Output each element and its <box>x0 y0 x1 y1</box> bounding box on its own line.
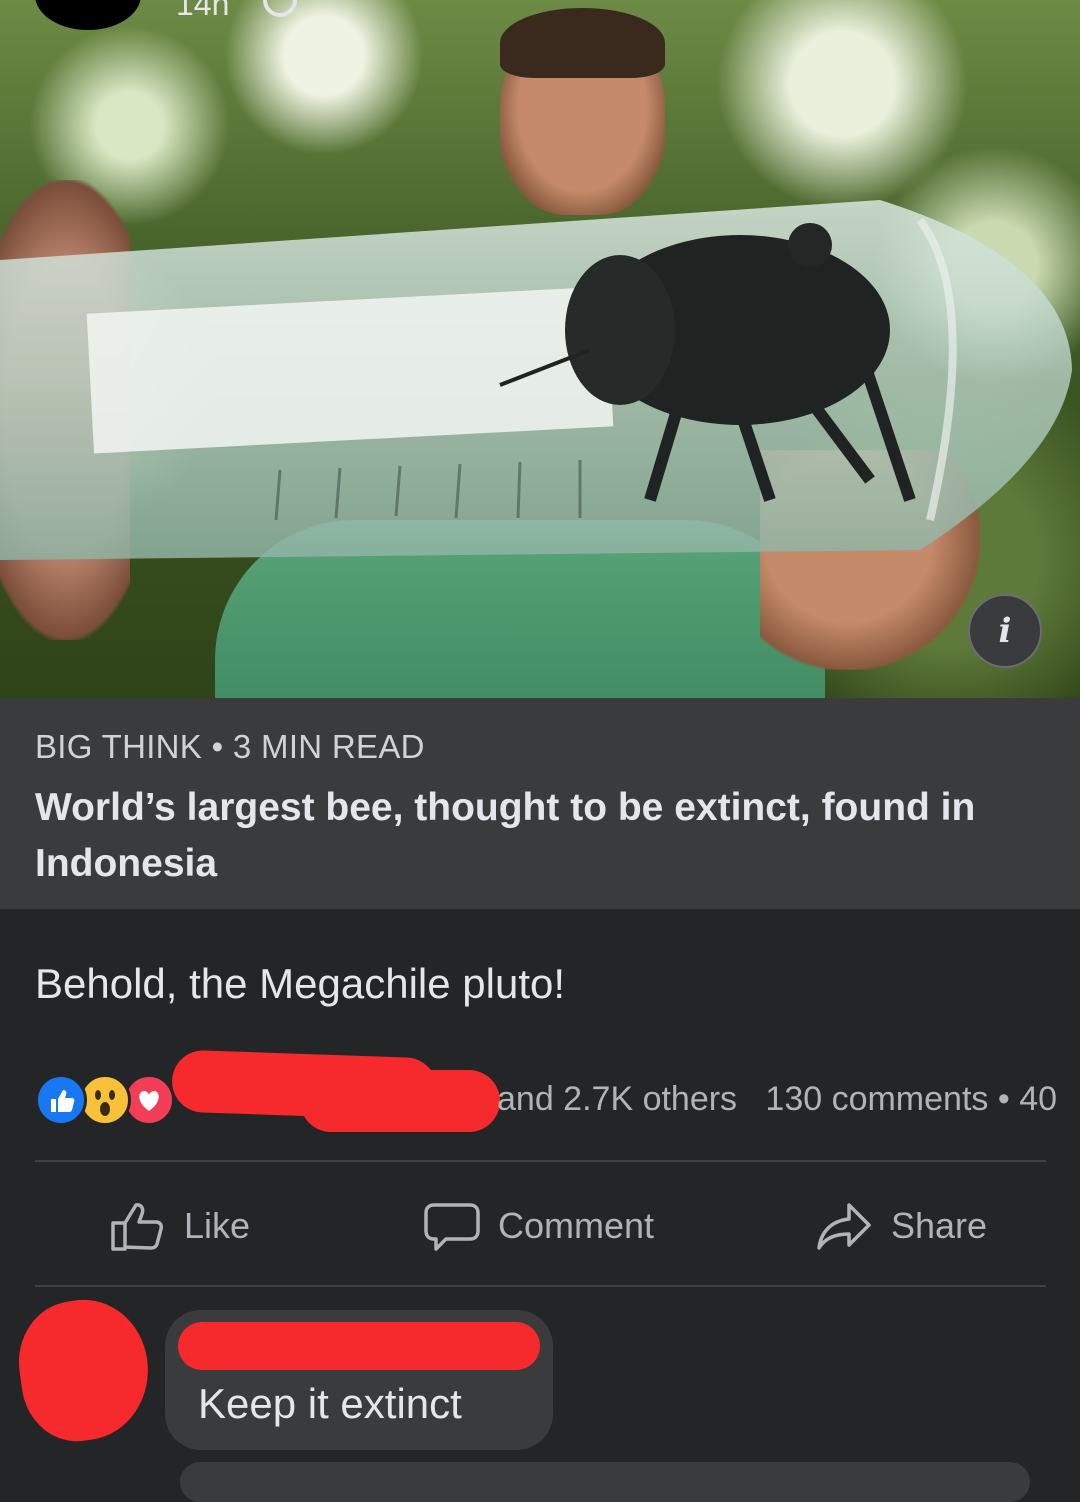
next-comment-bubble[interactable] <box>180 1462 1030 1502</box>
link-source-name: BIG THINK <box>35 728 203 765</box>
like-icon <box>35 1074 87 1126</box>
commenter-name-redacted[interactable] <box>178 1322 540 1370</box>
info-button[interactable]: i <box>968 594 1042 668</box>
comment-icon <box>424 1203 480 1251</box>
post-text: Behold, the Megachile pluto! <box>35 960 566 1007</box>
share-icon <box>817 1203 871 1250</box>
link-title: World’s largest bee, thought to be extin… <box>35 786 976 885</box>
redaction-mark <box>300 1070 500 1132</box>
share-button[interactable]: Share <box>815 1196 987 1256</box>
reaction-count[interactable]: and 2.7K others <box>497 1080 737 1118</box>
like-label: Like <box>184 1205 251 1246</box>
stats-separator: • <box>997 1080 1010 1118</box>
info-icon: i <box>998 611 1012 651</box>
thumbs-up-icon <box>111 1203 163 1251</box>
comment-count[interactable]: 130 comments <box>765 1080 988 1118</box>
globe-icon <box>263 0 297 17</box>
comment-text: Keep it extinct <box>198 1380 462 1427</box>
comment-label: Comment <box>498 1205 655 1246</box>
share-count[interactable]: 40 <box>1019 1080 1057 1118</box>
link-read-time: 3 MIN READ <box>232 728 425 765</box>
commenter-avatar-redacted[interactable] <box>10 1291 158 1449</box>
post-time: 14h <box>176 0 230 22</box>
post-photo[interactable]: i <box>0 0 1080 698</box>
share-label: Share <box>891 1205 988 1246</box>
link-source: BIG THINK • 3 MIN READ <box>35 728 425 766</box>
like-button[interactable]: Like <box>108 1196 250 1256</box>
specimen-tube <box>0 200 1072 560</box>
reaction-icons[interactable] <box>35 1074 185 1126</box>
link-source-separator: • <box>211 728 224 765</box>
reaction-summary[interactable]: and 2.7K others 130 comments • 40 <box>497 1080 1057 1119</box>
person-hair <box>500 8 665 78</box>
comment-button[interactable]: Comment <box>424 1196 654 1256</box>
divider-top <box>35 1160 1046 1162</box>
divider-bottom <box>35 1285 1046 1287</box>
link-preview[interactable]: BIG THINK • 3 MIN READ World’s largest b… <box>0 698 1080 909</box>
